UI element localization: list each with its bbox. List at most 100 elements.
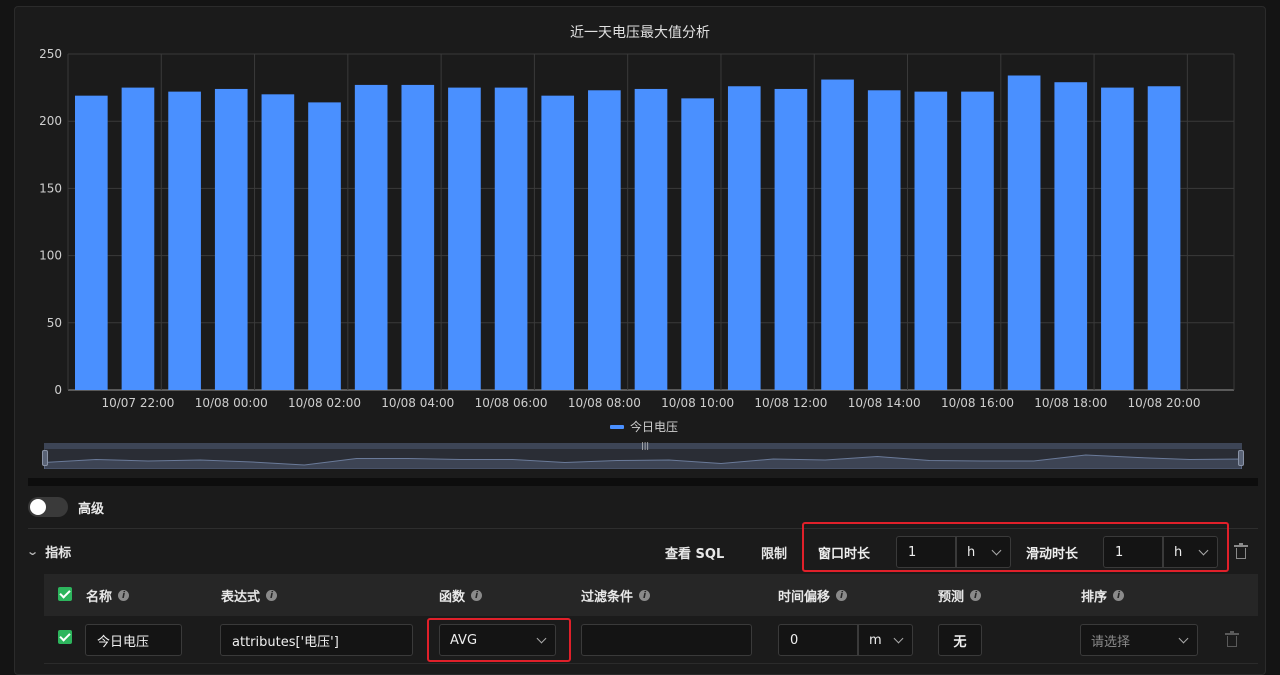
x-tick-label: 10/08 12:00 (754, 396, 827, 410)
metrics-section-label: 指标 (45, 546, 72, 561)
sort-select[interactable]: 请选择 (1080, 624, 1198, 656)
window-duration-input[interactable]: 1 (896, 536, 956, 568)
x-tick-label: 10/08 02:00 (288, 396, 361, 410)
x-tick-label: 10/08 10:00 (661, 396, 734, 410)
function-value: AVG (450, 632, 478, 648)
x-tick-label: 10/07 22:00 (101, 396, 174, 410)
info-icon: i (266, 590, 278, 601)
zoom-left-handle[interactable] (42, 450, 48, 466)
chevron-down-icon (893, 633, 904, 643)
x-tick-label: 10/08 04:00 (381, 396, 454, 410)
limit-button[interactable]: 限制 (761, 543, 787, 562)
bar (588, 90, 621, 391)
x-tick-label: 10/08 00:00 (195, 396, 268, 410)
bar (168, 91, 201, 390)
header-forecast: 预测 i (938, 586, 982, 605)
forecast-button[interactable]: 无 (938, 624, 982, 656)
y-tick-label: 150 (39, 181, 62, 195)
bar (214, 88, 248, 390)
delete-all-trash-icon[interactable] (1234, 543, 1248, 559)
y-tick-label: 100 (39, 249, 62, 263)
slide-duration-label: 滑动时长 (1026, 547, 1079, 562)
bar (961, 91, 994, 390)
chevron-down-icon (536, 633, 547, 643)
bar (541, 95, 575, 390)
delete-row-trash-icon[interactable] (1225, 631, 1239, 647)
horizontal-scrollbar[interactable] (28, 478, 1258, 486)
bar (681, 98, 714, 391)
bar (1147, 86, 1181, 391)
advanced-toggle-row: 高级 (28, 497, 104, 517)
select-all-checkbox[interactable] (58, 587, 72, 601)
sort-placeholder: 请选择 (1091, 634, 1131, 650)
data-zoom-slider[interactable]: ||| (42, 442, 1244, 469)
bar-chart: 0 50 100 150 200 250 10/07 22:00 10/08 00:00 10/… (39, 47, 1235, 410)
time-offset-unit-select[interactable]: m (858, 624, 913, 656)
x-tick-label: 10/08 20:00 (1128, 396, 1201, 410)
info-icon: i (471, 590, 483, 601)
bar (727, 86, 761, 391)
time-offset-input[interactable]: 0 (778, 624, 858, 656)
header-filter: 过滤条件 i (581, 586, 651, 605)
info-icon: i (970, 590, 982, 601)
info-icon: i (836, 590, 848, 601)
chart-legend[interactable]: 今日电压 (610, 418, 678, 435)
legend-swatch (610, 424, 624, 429)
advanced-label: 高级 (78, 501, 105, 517)
chevron-down-icon (1178, 633, 1189, 643)
window-unit-select[interactable]: h (956, 536, 1011, 568)
function-select[interactable]: AVG (439, 624, 556, 656)
zoom-right-handle[interactable] (1238, 450, 1244, 466)
y-tick-label: 200 (39, 114, 62, 128)
info-icon: i (639, 590, 651, 601)
bar (74, 95, 108, 390)
bar (914, 91, 948, 390)
bar (774, 88, 808, 390)
x-tick-label: 10/08 06:00 (475, 396, 548, 410)
window-duration-label: 窗口时长 (818, 547, 871, 562)
window-unit-value: h (967, 544, 976, 560)
slide-unit-select[interactable]: h (1163, 536, 1218, 568)
bar (448, 87, 481, 390)
row-checkbox[interactable] (58, 630, 72, 644)
zoom-preview-line (44, 454, 1242, 469)
advanced-switch[interactable] (28, 497, 68, 517)
slide-unit-value: h (1174, 544, 1183, 560)
x-tick-label: 10/08 18:00 (1034, 396, 1107, 410)
header-sort: 排序 i (1081, 586, 1125, 605)
bar (1054, 82, 1088, 390)
info-icon: i (1113, 590, 1125, 601)
bar (121, 87, 155, 390)
y-tick-label: 250 (39, 47, 62, 61)
time-offset-unit-value: m (869, 632, 882, 648)
bar (308, 102, 341, 390)
filter-input[interactable] (581, 624, 752, 656)
y-tick-label: 50 (47, 316, 62, 330)
bar (494, 87, 528, 390)
bar (1101, 87, 1134, 390)
metrics-section-toggle[interactable]: ⌄ 指标 (26, 542, 72, 561)
info-icon: i (118, 590, 130, 601)
header-time-offset: 时间偏移 i (778, 586, 848, 605)
metric-name-input[interactable]: 今日电压 (85, 624, 182, 656)
bar (634, 88, 668, 390)
slide-duration-input[interactable]: 1 (1103, 536, 1163, 568)
view-sql-button[interactable]: 查看 SQL (665, 543, 724, 562)
bar (261, 94, 295, 390)
header-expression: 表达式 i (221, 586, 278, 605)
y-tick-label: 0 (54, 383, 62, 397)
x-tick-label: 10/08 08:00 (568, 396, 641, 410)
bar (1007, 75, 1041, 390)
chevron-down-icon (991, 545, 1002, 555)
bar (821, 79, 854, 390)
legend-label: 今日电压 (630, 420, 679, 434)
x-tick-label: 10/08 16:00 (941, 396, 1014, 410)
bar (867, 90, 901, 391)
bar (401, 84, 435, 391)
header-function: 函数 i (439, 586, 483, 605)
bar (354, 84, 388, 391)
x-tick-label: 10/08 14:00 (848, 396, 921, 410)
chevron-down-icon (1198, 545, 1209, 555)
chevron-down-icon: ⌄ (26, 545, 40, 558)
expression-input[interactable]: attributes['电压'] (220, 624, 413, 656)
